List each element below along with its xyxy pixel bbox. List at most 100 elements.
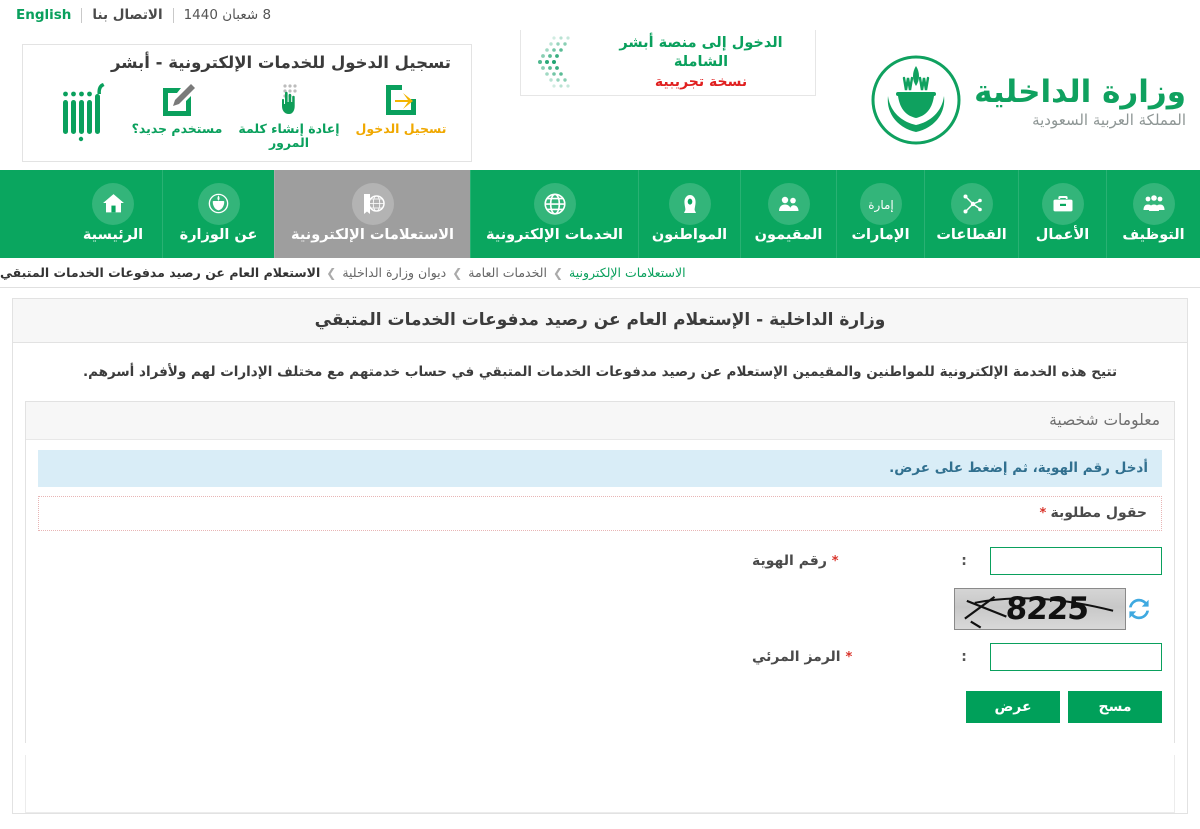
captcha-label: * الرمز المرئي xyxy=(746,649,946,665)
captcha-input[interactable] xyxy=(990,643,1162,672)
page-root: 8 شعبان 1440 الاتصال بنا English تسجيل ا… xyxy=(0,0,1200,829)
residents-icon xyxy=(767,182,810,225)
ministry-name: وزارة الداخلية xyxy=(974,73,1186,110)
absher-platform-promo-banner[interactable]: الدخول إلى منصة أبشر الشاملة نسخة تجريبي… xyxy=(520,30,816,96)
network-icon xyxy=(950,182,993,225)
id-number-input[interactable] xyxy=(990,547,1162,576)
nav-label: الإمارات xyxy=(851,226,910,243)
absher-login-card: تسجيل الدخول للخدمات الإلكترونية - أبشر … xyxy=(22,44,472,162)
saudi-emblem-icon xyxy=(868,52,964,152)
captcha-colon: : xyxy=(961,649,967,666)
required-asterisk: * xyxy=(1039,506,1047,522)
nav-item-residents[interactable]: المقيمون xyxy=(740,170,836,258)
nav-label: القطاعات xyxy=(936,226,1007,243)
nav-item-sectors[interactable]: القطاعات xyxy=(924,170,1018,258)
required-asterisk: * xyxy=(831,554,839,570)
service-description: تتيح هذه الخدمة الإلكترونية للمواطنين وا… xyxy=(82,364,1118,380)
required-asterisk: * xyxy=(845,650,853,666)
absher-item-label: تسجيل الدخول xyxy=(355,121,447,136)
ministry-emblem-icon xyxy=(197,182,240,225)
calligraphy-icon: إمارة xyxy=(859,182,902,225)
page-title: وزارة الداخلية - الإستعلام العام عن رصيد… xyxy=(314,310,886,330)
breadcrumb-separator: ❯ xyxy=(452,265,463,280)
nav-label: الخدمات الإلكترونية xyxy=(485,226,624,243)
promo-primary-text: الدخول إلى منصة أبشر الشاملة xyxy=(619,34,783,71)
topbar-divider-2 xyxy=(81,7,83,23)
id-number-label: * رقم الهوية xyxy=(746,553,946,569)
ministry-logo: وزارة الداخلية المملكة العربية السعودية xyxy=(868,52,1186,152)
id-number-colon: : xyxy=(961,553,967,570)
captcha-image: 8225 xyxy=(954,588,1126,631)
absher-login-item[interactable]: تسجيل الدخول xyxy=(345,78,457,136)
id-number-row: : * رقم الهوية xyxy=(38,539,1162,583)
breadcrumb-item-2[interactable]: الخدمات العامة xyxy=(468,265,547,280)
absher-item-label: إعادة إنشاء كلمة المرور xyxy=(238,121,340,151)
nav-item-e-services[interactable]: الخدمات الإلكترونية xyxy=(470,170,638,258)
citizen-icon xyxy=(668,182,711,225)
breadcrumb-item-current: الاستعلام العام عن رصيد مدفوعات الخدمات … xyxy=(0,265,321,280)
nav-label: المقيمون xyxy=(754,226,823,243)
login-arrow-icon xyxy=(381,78,421,120)
nav-item-employment[interactable]: التوظيف xyxy=(1106,170,1200,258)
personal-info-section-body: أدخل رقم الهوية، ثم إضغط على عرض. حقول م… xyxy=(26,440,1174,743)
nav-item-about-ministry[interactable]: عن الوزارة xyxy=(162,170,274,258)
panel-footer-area xyxy=(25,755,1175,814)
site-header: تسجيل الدخول للخدمات الإلكترونية - أبشر … xyxy=(0,30,1200,170)
globe-icon xyxy=(533,182,576,225)
refresh-icon[interactable] xyxy=(1126,596,1152,622)
home-icon xyxy=(92,182,134,225)
people-group-icon xyxy=(1132,182,1175,225)
absher-card-title: تسجيل الدخول للخدمات الإلكترونية - أبشر xyxy=(110,53,451,72)
clear-button[interactable]: مسح xyxy=(1068,691,1162,724)
personal-info-section-header: معلومات شخصية xyxy=(26,402,1174,441)
section-title: معلومات شخصية xyxy=(1049,411,1160,430)
keypad-hand-icon xyxy=(269,78,309,120)
captcha-image-row: 8225 xyxy=(38,583,1162,635)
search-globe-icon xyxy=(351,182,394,225)
english-language-link[interactable]: English xyxy=(12,7,81,23)
absher-reset-password-item[interactable]: إعادة إنشاء كلمة المرور xyxy=(233,78,345,151)
personal-info-section: معلومات شخصية أدخل رقم الهوية، ثم إضغط ع… xyxy=(25,401,1175,744)
nav-label: الاستعلامات الإلكترونية xyxy=(291,226,454,243)
nav-label: التوظيف xyxy=(1122,226,1185,243)
utility-topbar: 8 شعبان 1440 الاتصال بنا English xyxy=(0,0,1200,30)
nav-item-emirates[interactable]: إمارة الإمارات xyxy=(836,170,924,258)
required-fields-label: حقول مطلوبة xyxy=(1050,505,1147,522)
svg-text:إمارة: إمارة xyxy=(868,198,894,213)
nav-item-business[interactable]: الأعمال xyxy=(1018,170,1106,258)
nav-label: عن الوزارة xyxy=(179,226,258,243)
nav-label: الرئيسية xyxy=(82,226,144,243)
id-number-field-wrap xyxy=(982,547,1162,576)
ministry-subtitle: المملكة العربية السعودية xyxy=(1032,111,1186,130)
view-button[interactable]: عرض xyxy=(966,691,1060,724)
breadcrumb-item-1[interactable]: الاستعلامات الإلكترونية xyxy=(569,265,686,280)
absher-item-label: مستخدم جديد؟ xyxy=(131,121,223,136)
hijri-date: 8 شعبان 1440 xyxy=(183,7,272,23)
breadcrumb-separator: ❯ xyxy=(552,265,564,280)
nav-label: المواطنون xyxy=(651,226,728,243)
id-number-label-text: رقم الهوية xyxy=(752,553,827,570)
form-actions: مسح عرض xyxy=(38,679,1162,729)
captcha-label-text: الرمز المرئي xyxy=(752,649,841,666)
briefcase-icon xyxy=(1041,182,1084,225)
edit-square-icon xyxy=(157,78,197,120)
absher-logo xyxy=(49,78,121,142)
main-content: وزارة الداخلية - الإستعلام العام عن رصيد… xyxy=(0,288,1200,815)
breadcrumb-separator: ❯ xyxy=(326,265,337,280)
contact-us-link[interactable]: الاتصال بنا xyxy=(82,7,172,23)
required-fields-notice: حقول مطلوبة * xyxy=(38,496,1162,532)
main-navigation: التوظيف الأعمال القطاعات إمارة الإمارات … xyxy=(0,170,1200,258)
captcha-input-row: : * الرمز المرئي xyxy=(38,635,1162,679)
captcha-field-wrap xyxy=(982,643,1162,672)
service-panel: وزارة الداخلية - الإستعلام العام عن رصيد… xyxy=(12,298,1188,815)
chevron-dots-icon xyxy=(521,32,583,94)
nav-item-e-inquiries[interactable]: الاستعلامات الإلكترونية xyxy=(274,170,470,258)
promo-secondary-text: نسخة تجريبية xyxy=(654,73,748,90)
service-panel-header: وزارة الداخلية - الإستعلام العام عن رصيد… xyxy=(13,299,1187,343)
breadcrumb: الاستعلامات الإلكترونية ❯ الخدمات العامة… xyxy=(0,258,1200,288)
topbar-divider-1 xyxy=(172,7,174,23)
nav-item-citizens[interactable]: المواطنون xyxy=(638,170,740,258)
absher-new-user-item[interactable]: مستخدم جديد؟ xyxy=(121,78,233,136)
breadcrumb-item-3[interactable]: ديوان وزارة الداخلية xyxy=(342,265,446,280)
nav-item-home[interactable]: الرئيسية xyxy=(64,170,162,258)
